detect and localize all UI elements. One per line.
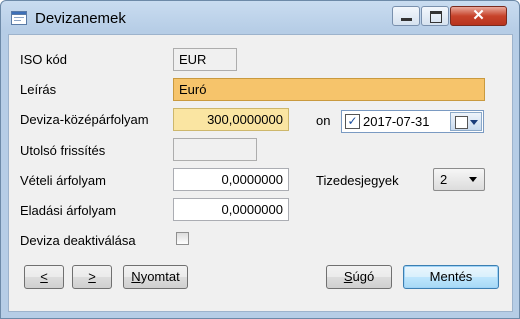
description-label: Leírás (20, 82, 57, 97)
date-dropdown-button[interactable] (450, 112, 482, 131)
sell-rate-field[interactable]: 0,0000000 (173, 198, 289, 221)
buy-rate-label: Vételi árfolyam (20, 173, 106, 188)
iso-code-label: ISO kód (20, 52, 67, 67)
decimals-label: Tizedesjegyek (316, 173, 399, 188)
close-icon: ✕ (472, 7, 485, 24)
calendar-icon (455, 116, 468, 129)
mid-rate-field[interactable]: 300,0000000 (173, 108, 289, 131)
save-button[interactable]: Mentés (403, 265, 499, 289)
sell-rate-label: Eladási árfolyam (20, 203, 117, 218)
print-button[interactable]: Nyomtat (123, 265, 188, 289)
print-button-label: Nyomtat (131, 269, 180, 284)
window-title: Devizanemek (35, 10, 126, 27)
last-update-field[interactable] (173, 138, 257, 161)
help-button-label: Súgó (343, 269, 375, 284)
decimals-value: 2 (440, 172, 448, 187)
decimals-select[interactable]: 2 (433, 168, 485, 191)
date-enabled-checkbox[interactable]: ✓ (345, 114, 360, 129)
iso-code-field[interactable]: EUR (173, 48, 237, 71)
window-app-icon (11, 10, 27, 26)
date-picker[interactable]: ✓ 2017-07-31 (341, 110, 484, 133)
mid-rate-label: Deviza-középárfolyam (20, 112, 149, 127)
minimize-button[interactable] (392, 6, 420, 26)
buy-rate-field[interactable]: 0,0000000 (173, 168, 289, 191)
deactivate-label: Deviza deaktiválása (20, 233, 136, 248)
maximize-button[interactable] (421, 6, 449, 26)
title-bar[interactable]: Devizanemek ✕ (1, 1, 519, 34)
on-label: on (316, 113, 331, 128)
help-button[interactable]: Súgó (326, 265, 392, 289)
deactivate-checkbox[interactable] (176, 232, 189, 245)
last-update-label: Utolsó frissítés (20, 143, 106, 158)
maximize-icon (430, 11, 442, 23)
close-button[interactable]: ✕ (450, 6, 507, 26)
previous-button[interactable]: < (24, 265, 64, 289)
minimize-icon (401, 18, 412, 21)
description-field[interactable]: Euró (173, 78, 485, 101)
next-button[interactable]: > (72, 265, 112, 289)
date-value[interactable]: 2017-07-31 (363, 111, 430, 132)
chevron-down-icon (469, 177, 477, 182)
chevron-down-icon (470, 120, 478, 125)
